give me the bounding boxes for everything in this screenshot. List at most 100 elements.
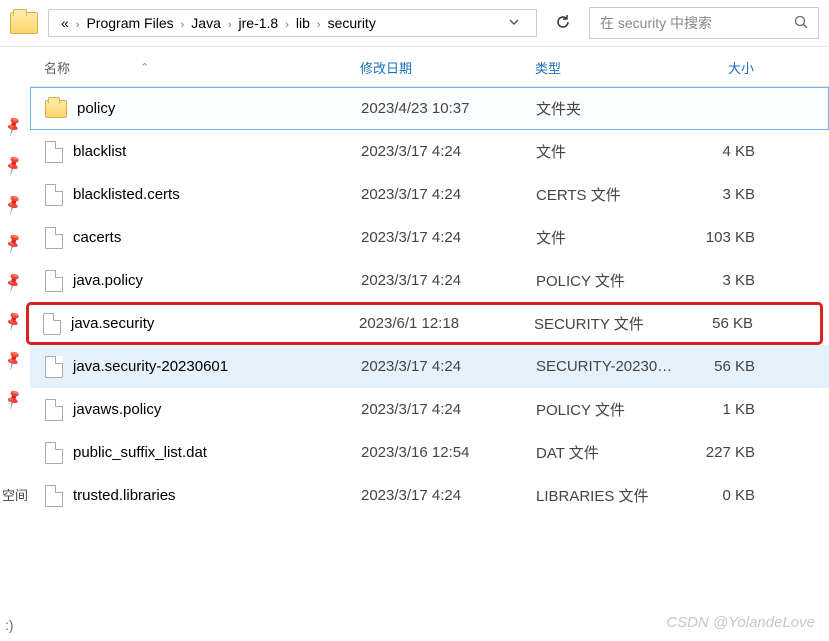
cell-size: 0 KB [691, 487, 781, 504]
cell-date: 2023/3/16 12:54 [361, 444, 536, 461]
file-row[interactable]: blacklist 2023/3/17 4:24文件4 KB [30, 130, 829, 173]
file-list: policy2023/4/23 10:37文件夹 blacklist 2023/3/… [30, 87, 829, 517]
file-name: java.policy [73, 272, 143, 289]
breadcrumb[interactable]: « ›Program Files›Java›jre-1.8›lib›securi… [48, 9, 537, 37]
quick-access-strip: 📌 📌 📌 📌 📌 📌 📌 📌 [0, 110, 28, 408]
cell-name: blacklist [31, 141, 361, 163]
header-date[interactable]: 修改日期 [360, 58, 535, 77]
chevron-right-icon: › [282, 19, 292, 31]
breadcrumb-item[interactable]: security [324, 15, 380, 31]
chevron-right-icon: › [178, 19, 188, 31]
side-label: 空间 [2, 485, 28, 504]
cell-size: 56 KB [691, 358, 781, 375]
breadcrumb-overflow[interactable]: « [57, 15, 73, 31]
breadcrumb-item[interactable]: Program Files [82, 15, 177, 31]
pin-icon[interactable]: 📌 [2, 349, 26, 372]
search-placeholder: 在 security 中搜索 [600, 13, 794, 33]
cell-name: java.security [29, 313, 359, 335]
column-headers: 名称 ⌃ 修改日期 类型 大小 [30, 47, 829, 87]
explorer-window: « ›Program Files›Java›jre-1.8›lib›securi… [0, 0, 829, 641]
cell-date: 2023/6/1 12:18 [359, 315, 534, 332]
header-name[interactable]: 名称 ⌃ [30, 58, 360, 77]
search-icon [794, 15, 808, 32]
file-row[interactable]: public_suffix_list.dat2023/3/16 12:54DAT… [30, 431, 829, 474]
refresh-icon [555, 14, 571, 30]
cell-type: 文件 [536, 227, 691, 248]
file-row[interactable]: cacerts 2023/3/17 4:24文件103 KB [30, 216, 829, 259]
file-icon [45, 485, 63, 507]
toolbar: « ›Program Files›Java›jre-1.8›lib›securi… [0, 0, 829, 47]
file-icon [45, 141, 63, 163]
file-row[interactable]: java.security-20230601 2023/3/17 4:24SECU… [30, 345, 829, 388]
file-name: java.security-20230601 [73, 358, 228, 375]
cell-type: CERTS 文件 [536, 184, 691, 205]
pin-icon[interactable]: 📌 [2, 193, 26, 216]
file-name: java.security [71, 315, 154, 332]
side-smiley: :) [5, 617, 14, 633]
cell-type: LIBRARIES 文件 [536, 485, 691, 506]
file-row[interactable]: policy2023/4/23 10:37文件夹 [30, 87, 829, 130]
cell-type: 文件夹 [536, 98, 691, 119]
cell-size: 103 KB [691, 229, 781, 246]
file-icon [45, 184, 63, 206]
pin-icon[interactable]: 📌 [2, 388, 26, 411]
pin-icon[interactable]: 📌 [2, 271, 26, 294]
cell-size: 56 KB [689, 315, 779, 332]
cell-size: 3 KB [691, 186, 781, 203]
file-row[interactable]: java.security 2023/6/1 12:18SECURITY 文件56… [26, 302, 823, 345]
file-name: javaws.policy [73, 401, 161, 418]
chevron-down-icon [508, 16, 520, 28]
breadcrumb-item[interactable]: lib [292, 15, 314, 31]
cell-date: 2023/3/17 4:24 [361, 401, 536, 418]
folder-icon [10, 12, 38, 34]
cell-name: trusted.libraries [31, 485, 361, 507]
cell-date: 2023/3/17 4:24 [361, 272, 536, 289]
cell-type: SECURITY 文件 [534, 313, 689, 334]
file-name: blacklisted.certs [73, 186, 180, 203]
breadcrumb-dropdown[interactable] [500, 15, 528, 31]
file-name: cacerts [73, 229, 121, 246]
cell-date: 2023/4/23 10:37 [361, 100, 536, 117]
header-type[interactable]: 类型 [535, 58, 690, 77]
file-row[interactable]: java.policy 2023/3/17 4:24POLICY 文件3 KB [30, 259, 829, 302]
file-row[interactable]: blacklisted.certs 2023/3/17 4:24CERTS 文件3… [30, 173, 829, 216]
cell-type: DAT 文件 [536, 442, 691, 463]
cell-name: java.security-20230601 [31, 356, 361, 378]
cell-type: POLICY 文件 [536, 270, 691, 291]
file-icon [45, 356, 63, 378]
folder-icon [45, 100, 67, 118]
file-icon [45, 442, 63, 464]
cell-name: javaws.policy [31, 399, 361, 421]
file-icon [45, 270, 63, 292]
cell-type: SECURITY-20230… [536, 358, 691, 375]
pin-icon[interactable]: 📌 [2, 154, 26, 177]
chevron-right-icon: › [225, 19, 235, 31]
header-size[interactable]: 大小 [690, 58, 780, 77]
cell-size: 227 KB [691, 444, 781, 461]
cell-date: 2023/3/17 4:24 [361, 358, 536, 375]
file-icon [45, 399, 63, 421]
chevron-right-icon: › [314, 19, 324, 31]
file-icon [43, 313, 61, 335]
file-name: trusted.libraries [73, 487, 176, 504]
pin-icon[interactable]: 📌 [2, 232, 26, 255]
cell-date: 2023/3/17 4:24 [361, 229, 536, 246]
pin-icon[interactable]: 📌 [2, 115, 26, 138]
pin-icon[interactable]: 📌 [2, 310, 26, 333]
cell-name: cacerts [31, 227, 361, 249]
breadcrumb-item[interactable]: Java [187, 15, 225, 31]
file-row[interactable]: javaws.policy2023/3/17 4:24POLICY 文件1 KB [30, 388, 829, 431]
search-input[interactable]: 在 security 中搜索 [589, 7, 819, 39]
refresh-button[interactable] [543, 8, 583, 39]
cell-date: 2023/3/17 4:24 [361, 186, 536, 203]
watermark: CSDN @YolandeLove [666, 614, 815, 631]
breadcrumb-item[interactable]: jre-1.8 [235, 15, 283, 31]
cell-date: 2023/3/17 4:24 [361, 143, 536, 160]
cell-date: 2023/3/17 4:24 [361, 487, 536, 504]
file-row[interactable]: trusted.libraries 2023/3/17 4:24LIBRARIES… [30, 474, 829, 517]
cell-size: 3 KB [691, 272, 781, 289]
file-name: blacklist [73, 143, 126, 160]
sort-indicator-icon: ⌃ [140, 61, 149, 74]
cell-size: 4 KB [691, 143, 781, 160]
cell-type: 文件 [536, 141, 691, 162]
